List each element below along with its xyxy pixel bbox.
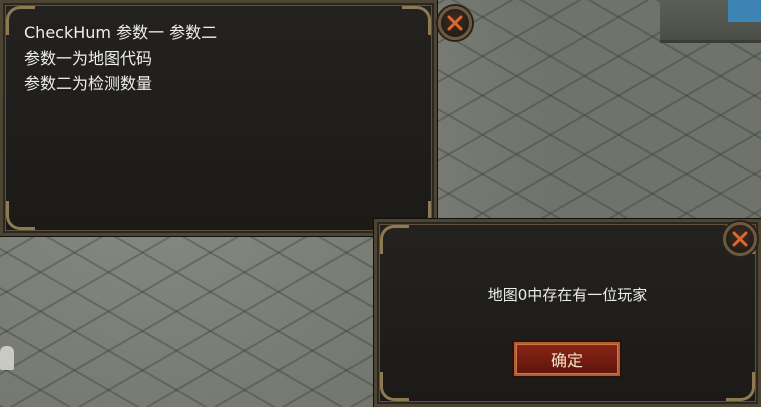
help-line-param1: 参数一为地图代码 [24, 48, 153, 68]
close-icon [447, 15, 463, 31]
corner-ornament [726, 372, 755, 401]
corner-ornament [380, 372, 409, 401]
help-close-button[interactable] [438, 6, 472, 40]
confirm-button[interactable]: 确定 [514, 342, 620, 376]
help-line-syntax: CheckHum 参数一 参数二 [24, 23, 218, 42]
close-icon [732, 231, 748, 247]
background-lamp [0, 346, 14, 370]
corner-ornament [402, 6, 431, 35]
result-message: 地图0中存在有一位玩家 [487, 286, 648, 304]
background-water [728, 0, 761, 22]
result-close-button[interactable] [723, 222, 757, 256]
result-dialog [374, 219, 761, 407]
corner-ornament [380, 225, 409, 254]
corner-ornament [6, 201, 35, 230]
help-line-param2: 参数二为检测数量 [24, 74, 153, 93]
help-text: CheckHum 参数一 参数二 参数一为地图代码 参数二为检测数量 [24, 20, 217, 97]
